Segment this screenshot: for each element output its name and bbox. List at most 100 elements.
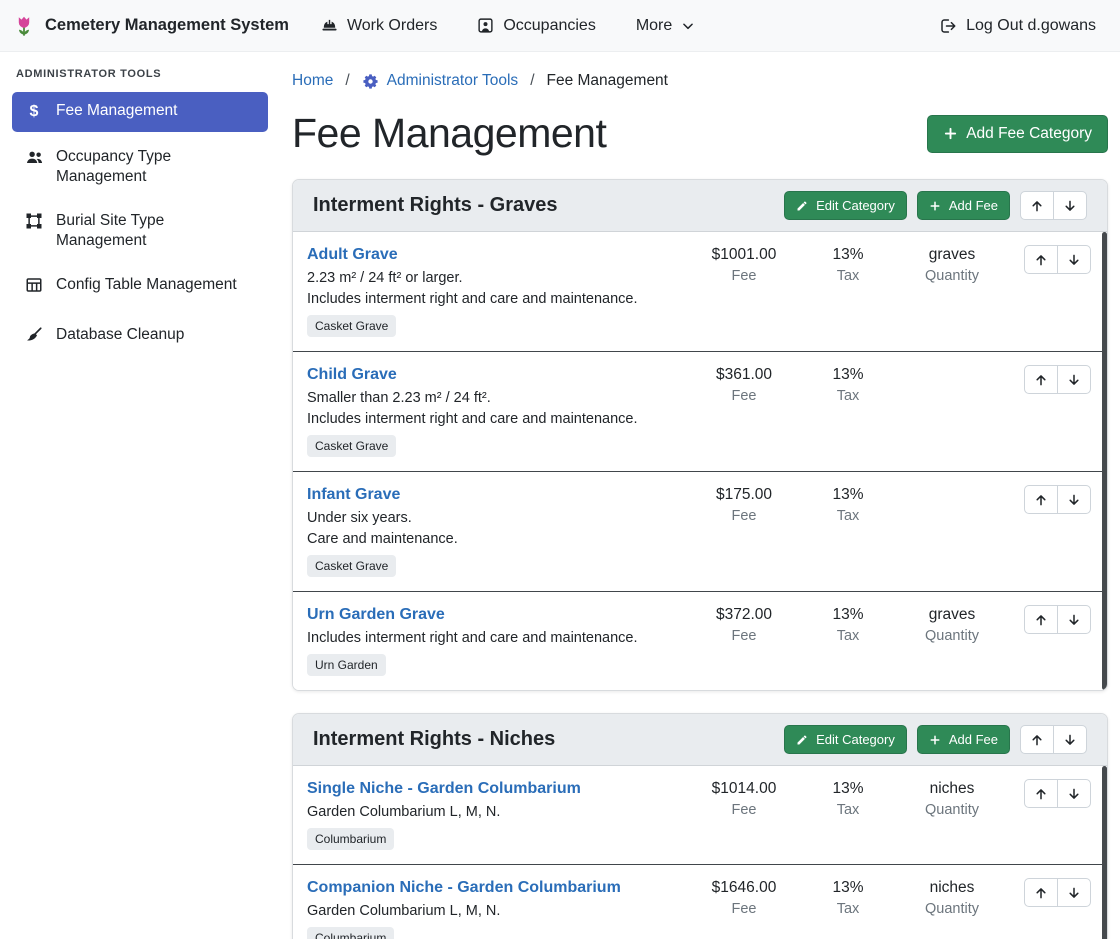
fee-amount-column: $1014.00 Fee	[692, 778, 796, 818]
nav-more-label: More	[636, 17, 672, 35]
move-fee-up-button[interactable]	[1024, 485, 1058, 514]
move-category-up-button[interactable]	[1020, 725, 1054, 754]
add-fee-button[interactable]: Add Fee	[917, 191, 1010, 220]
fee-name-link[interactable]: Child Grave	[307, 366, 397, 384]
fee-amount: $1014.00	[692, 780, 796, 798]
move-category-down-button[interactable]	[1053, 191, 1087, 220]
arrow-down-icon	[1067, 886, 1081, 900]
add-fee-label: Add Fee	[949, 198, 998, 213]
sidebar-item-label: Fee Management	[56, 101, 178, 121]
sidebar-item-config-table-management[interactable]: Config Table Management	[12, 266, 268, 309]
add-fee-label: Add Fee	[949, 732, 998, 747]
move-fee-down-button[interactable]	[1057, 779, 1091, 808]
tax-label: Tax	[796, 508, 900, 524]
category-fee-list: Single Niche - Garden Columbarium Garden…	[293, 766, 1107, 939]
sidebar: ADMINISTRATOR TOOLS $ Fee Management Occ…	[0, 52, 280, 939]
category-card-graves: Interment Rights - Graves Edit Category …	[292, 179, 1108, 691]
arrow-down-icon	[1063, 733, 1077, 747]
tax-value: 13%	[796, 879, 900, 897]
breadcrumb: Home / Administrator Tools / Fee Managem…	[292, 72, 1108, 90]
card-scrollbar[interactable]	[1102, 766, 1107, 939]
move-fee-down-button[interactable]	[1057, 878, 1091, 907]
move-fee-down-button[interactable]	[1057, 245, 1091, 274]
arrow-down-icon	[1067, 493, 1081, 507]
tax-column: 13% Tax	[796, 364, 900, 404]
fee-row: Child Grave Smaller than 2.23 m² / 24 ft…	[293, 351, 1107, 471]
fee-amount: $1001.00	[692, 246, 796, 264]
fee-row: Urn Garden Grave Includes interment righ…	[293, 591, 1107, 690]
move-fee-up-button[interactable]	[1024, 365, 1058, 394]
fee-amount-column: $175.00 Fee	[692, 484, 796, 524]
move-category-down-button[interactable]	[1053, 725, 1087, 754]
fee-name-link[interactable]: Infant Grave	[307, 486, 400, 504]
plus-icon	[929, 200, 941, 212]
move-fee-down-button[interactable]	[1057, 605, 1091, 634]
move-category-up-button[interactable]	[1020, 191, 1054, 220]
sidebar-item-burial-site-type-management[interactable]: Burial Site Type Management	[12, 202, 268, 260]
breadcrumb-separator: /	[345, 72, 349, 90]
users-icon	[24, 148, 44, 173]
chevron-down-icon	[681, 19, 695, 33]
add-fee-category-button[interactable]: Add Fee Category	[927, 115, 1108, 153]
nav-occupancies[interactable]: Occupancies	[477, 17, 596, 35]
move-fee-down-button[interactable]	[1057, 365, 1091, 394]
tax-column: 13% Tax	[796, 778, 900, 818]
fee-name-link[interactable]: Single Niche - Garden Columbarium	[307, 780, 581, 798]
add-fee-button[interactable]: Add Fee	[917, 725, 1010, 754]
logout-link[interactable]: Log Out d.gowans	[939, 17, 1096, 35]
logout-icon	[939, 17, 957, 35]
fee-description: Includes interment right and care and ma…	[307, 411, 684, 427]
sidebar-item-database-cleanup[interactable]: Database Cleanup	[12, 316, 268, 359]
move-fee-up-button[interactable]	[1024, 779, 1058, 808]
arrow-down-icon	[1067, 787, 1081, 801]
sidebar-item-label: Config Table Management	[56, 275, 237, 295]
fee-name-link[interactable]: Urn Garden Grave	[307, 606, 445, 624]
fee-name-link[interactable]: Companion Niche - Garden Columbarium	[307, 879, 621, 897]
table-icon	[24, 276, 44, 300]
nav-more[interactable]: More	[636, 17, 695, 35]
fee-row: Infant Grave Under six years. Care and m…	[293, 471, 1107, 591]
arrow-down-icon	[1067, 373, 1081, 387]
move-fee-up-button[interactable]	[1024, 878, 1058, 907]
fee-type-badge: Casket Grave	[307, 435, 396, 457]
arrow-up-icon	[1034, 493, 1048, 507]
fee-type-badge: Columbarium	[307, 927, 394, 939]
broom-icon	[24, 326, 44, 350]
breadcrumb-home-link[interactable]: Home	[292, 72, 333, 90]
person-frame-icon	[477, 17, 494, 34]
quantity-value: graves	[900, 606, 1004, 624]
card-scrollbar[interactable]	[1102, 232, 1107, 690]
category-fee-list: Adult Grave 2.23 m² / 24 ft² or larger. …	[293, 232, 1107, 690]
edit-category-button[interactable]: Edit Category	[784, 725, 907, 754]
edit-category-button[interactable]: Edit Category	[784, 191, 907, 220]
category-header: Interment Rights - Niches Edit Category …	[293, 714, 1107, 766]
category-title: Interment Rights - Niches	[313, 728, 555, 751]
move-fee-up-button[interactable]	[1024, 605, 1058, 634]
quantity-column: niches Quantity	[900, 877, 1004, 917]
tax-label: Tax	[796, 268, 900, 284]
tax-value: 13%	[796, 780, 900, 798]
quantity-label: Quantity	[900, 628, 1004, 644]
fee-name-link[interactable]: Adult Grave	[307, 246, 398, 264]
sidebar-item-occupancy-type-management[interactable]: Occupancy Type Management	[12, 138, 268, 196]
fee-amount-column: $372.00 Fee	[692, 604, 796, 644]
sidebar-item-fee-management[interactable]: $ Fee Management	[12, 92, 268, 132]
sidebar-heading: ADMINISTRATOR TOOLS	[12, 68, 268, 92]
category-header: Interment Rights - Graves Edit Category …	[293, 180, 1107, 232]
vector-square-icon	[24, 212, 44, 236]
breadcrumb-admin-tools-link[interactable]: Administrator Tools	[362, 72, 519, 90]
category-actions: Edit Category Add Fee	[784, 725, 1087, 754]
fee-amount-label: Fee	[692, 901, 796, 917]
app-brand[interactable]: Cemetery Management System	[12, 14, 289, 38]
arrow-up-icon	[1034, 613, 1048, 627]
quantity-column: graves Quantity	[900, 244, 1004, 284]
fee-type-badge: Casket Grave	[307, 555, 396, 577]
move-fee-up-button[interactable]	[1024, 245, 1058, 274]
quantity-label: Quantity	[900, 802, 1004, 818]
nav-work-orders[interactable]: Work Orders	[321, 17, 437, 35]
nav-occupancies-label: Occupancies	[503, 17, 596, 35]
move-fee-down-button[interactable]	[1057, 485, 1091, 514]
quantity-column: niches Quantity	[900, 778, 1004, 818]
fee-row: Adult Grave 2.23 m² / 24 ft² or larger. …	[293, 232, 1107, 351]
category-reorder-buttons	[1020, 191, 1087, 220]
